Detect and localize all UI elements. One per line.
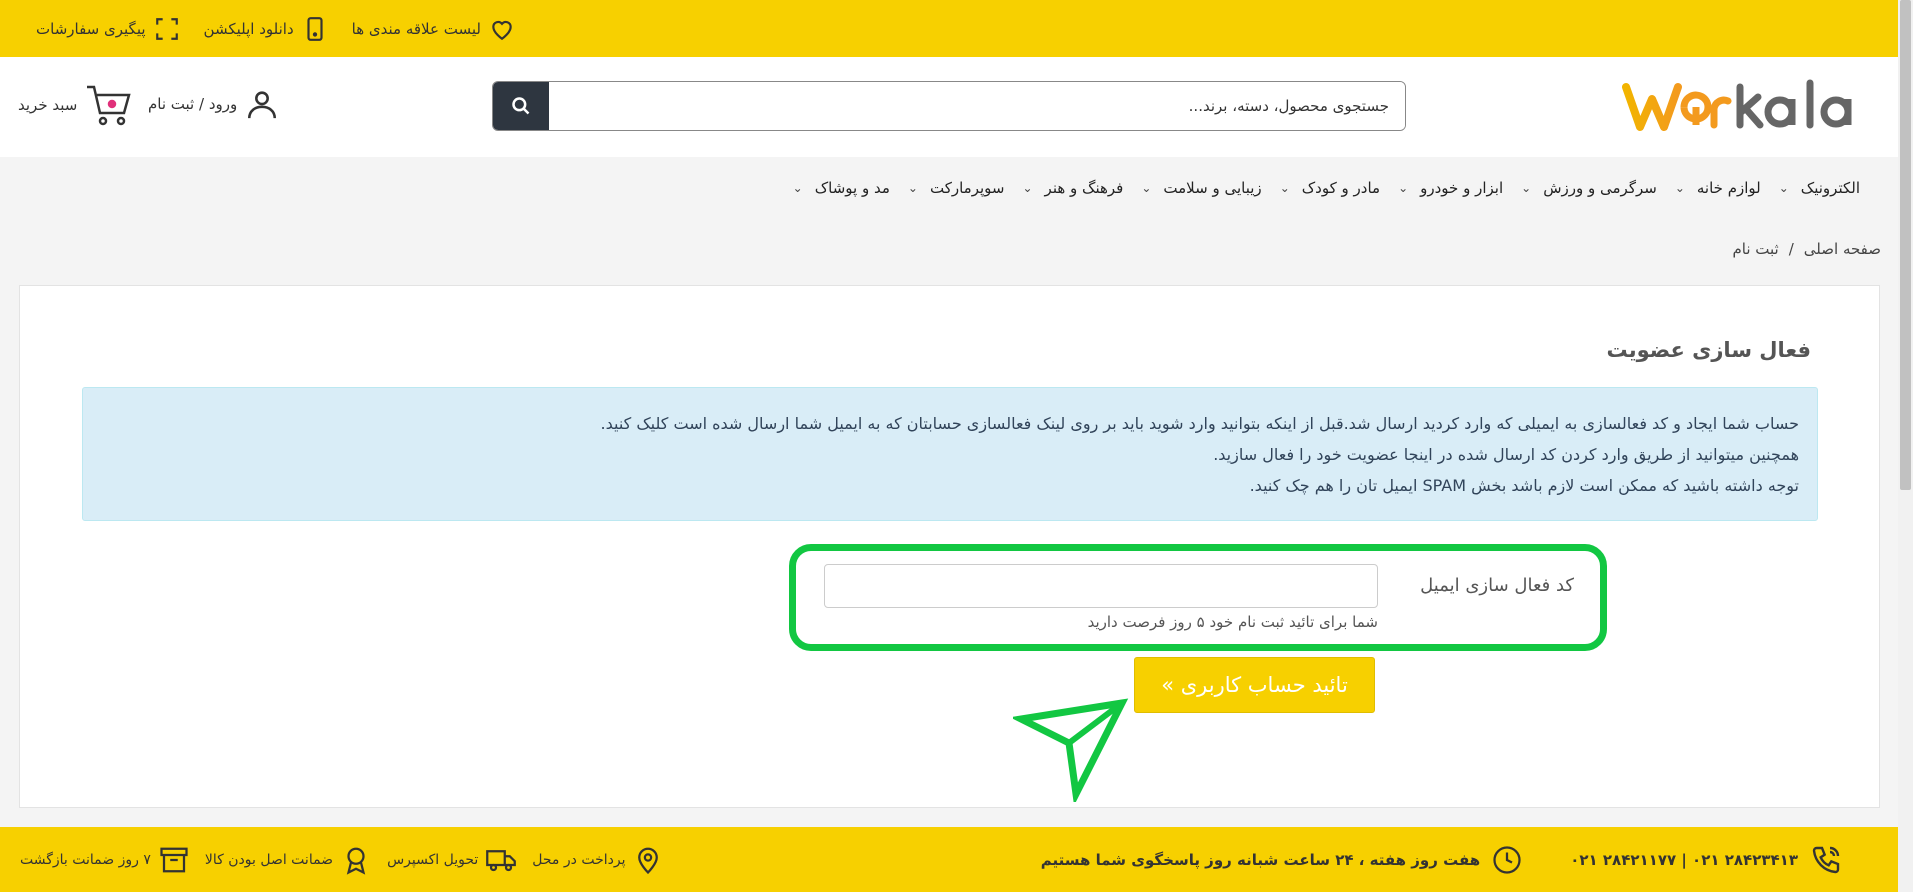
heart-icon (492, 20, 512, 40)
nav-item-electronics[interactable]: الکترونیک ⌄ (1761, 179, 1860, 197)
alert-line: حساب شما ایجاد و کد فعالسازی به ایمیلی ک… (600, 414, 1800, 433)
nav-item-label: فرهنگ و هنر (1044, 179, 1124, 197)
info-alert: حساب شما ایجاد و کد فعالسازی به ایمیلی ک… (82, 387, 1818, 521)
footer-contact: ۰۲۱ ۲۸۴۲۱۱۷۷ | ۰۲۱ ۲۸۴۲۳۴۱۳ هفت روز هفته… (1041, 827, 1842, 892)
nav-item-sports[interactable]: سرگرمی و ورزش ⌄ (1503, 179, 1657, 197)
login-label: ورود / ثبت نام (148, 95, 238, 113)
user-icon (248, 91, 277, 119)
footer-feature-return: ۷ روز ضمانت بازگشت (20, 845, 189, 875)
cart-label: سبد خرید (18, 96, 78, 114)
nav-item-supermarket[interactable]: سوپرمارکت ⌄ (890, 179, 1005, 197)
nav-item-fashion[interactable]: مد و پوشاک ⌄ (775, 179, 890, 197)
search-icon (512, 97, 530, 115)
page-title: فعال سازی عضویت (1606, 338, 1811, 362)
footer-features: ۷ روز ضمانت بازگشت ضمانت اصل بودن کالا ت… (20, 827, 663, 892)
search-button[interactable] (493, 82, 549, 130)
footer-feature-label: پرداخت در محل (532, 851, 626, 868)
footer-feature-authentic: ضمانت اصل بودن کالا (205, 845, 371, 875)
activation-panel: فعال سازی عضویت حساب شما ایجاد و کد فعال… (19, 285, 1880, 808)
phone-icon (1812, 846, 1840, 873)
search-bar (492, 81, 1406, 131)
nav-item-label: لوازم خانه (1696, 179, 1761, 197)
chevron-down-icon: ⌄ (1279, 181, 1290, 195)
chevron-down-icon: ⌄ (1398, 181, 1409, 195)
activation-hint: شما برای تائید ثبت نام خود ۵ روز فرصت دا… (1087, 613, 1378, 631)
page-scrollbar[interactable] (1898, 0, 1913, 892)
activation-code-label: کد فعال سازی ایمیل (1420, 575, 1574, 596)
chevron-down-icon: ⌄ (1778, 181, 1789, 195)
chevron-down-icon: ⌄ (792, 181, 803, 195)
pointer-arrow-icon (1013, 698, 1129, 802)
footer-bar: ۷ روز ضمانت بازگشت ضمانت اصل بودن کالا ت… (0, 827, 1898, 892)
clock-icon (1493, 845, 1521, 874)
chevron-down-icon: ⌄ (1022, 181, 1033, 195)
activation-form-highlight: کد فعال سازی ایمیل شما برای تائید ثبت نا… (789, 544, 1607, 651)
breadcrumb: صفحه اصلی / ثبت نام (1733, 240, 1882, 258)
nav-item-label: مادر و کودک (1301, 179, 1381, 197)
mobile-icon (307, 16, 323, 41)
alert-line: توجه داشته باشید که ممکن است لازم باشد ب… (1249, 476, 1799, 495)
nav-item-culture-art[interactable]: فرهنگ و هنر ⌄ (1004, 179, 1123, 197)
site-header: سبد خرید ورود / ثبت نام (0, 57, 1898, 157)
chevron-down-icon: ⌄ (1141, 181, 1152, 195)
nav-item-label: ابزار و خودرو (1420, 179, 1504, 197)
top-bar: پیگیری سفارشات دانلود اپلیکشن لیست علاقه… (0, 0, 1898, 57)
footer-feature-label: ضمانت اصل بودن کالا (204, 851, 334, 868)
track-orders-link[interactable]: پیگیری سفارشات (36, 16, 180, 42)
cart-button[interactable]: سبد خرید (18, 83, 131, 127)
nav-item-tools-auto[interactable]: ابزار و خودرو ⌄ (1380, 179, 1503, 197)
breadcrumb-separator: / (1788, 240, 1794, 258)
box-icon (160, 847, 188, 872)
award-icon (346, 847, 366, 875)
footer-hours: هفت روز هفته ، ۲۴ ساعت شبانه روز پاسخگوی… (1040, 850, 1481, 869)
nav-item-beauty-health[interactable]: زیبایی و سلامت ⌄ (1123, 179, 1261, 197)
site-logo[interactable] (1622, 77, 1876, 137)
nav-item-label: الکترونیک (1800, 179, 1860, 197)
download-app-link[interactable]: دانلود اپلیکشن (204, 16, 328, 42)
truck-icon (486, 849, 517, 871)
nav-item-home-appliances[interactable]: لوازم خانه ⌄ (1657, 179, 1761, 197)
location-pin-icon (638, 847, 659, 874)
confirm-account-button[interactable]: تائید حساب کاربری » (1134, 657, 1375, 713)
nav-item-mother-child[interactable]: مادر و کودک ⌄ (1262, 179, 1380, 197)
top-bar-links: پیگیری سفارشات دانلود اپلیکشن لیست علاقه… (36, 0, 515, 57)
category-nav: الکترونیک ⌄ لوازم خانه ⌄ سرگرمی و ورزش ⌄… (775, 168, 1860, 208)
wishlist-label: لیست علاقه مندی ها (351, 19, 481, 38)
cart-icon (87, 85, 131, 126)
chevron-down-icon: ⌄ (1521, 181, 1532, 195)
search-input[interactable] (549, 82, 1405, 130)
nav-item-label: مد و پوشاک (814, 179, 890, 197)
login-register-link[interactable]: ورود / ثبت نام (148, 87, 279, 121)
chevron-down-icon: ⌄ (1674, 181, 1685, 195)
footer-feature-label: ۷ روز ضمانت بازگشت (20, 851, 151, 868)
scrollbar-thumb[interactable] (1900, 0, 1911, 490)
nav-item-label: زیبایی و سلامت (1163, 179, 1262, 197)
wishlist-link[interactable]: لیست علاقه مندی ها (352, 16, 515, 42)
breadcrumb-home[interactable]: صفحه اصلی (1804, 240, 1881, 258)
nav-item-label: سرگرمی و ورزش (1543, 179, 1657, 197)
download-app-label: دانلود اپلیکشن (203, 19, 294, 38)
footer-feature-cod: پرداخت در محل (532, 845, 663, 875)
track-orders-label: پیگیری سفارشات (36, 19, 146, 38)
breadcrumb-current: ثبت نام (1732, 240, 1779, 258)
footer-feature-express: تحویل اکسپرس (387, 845, 517, 875)
alert-line: همچنین میتوانید از طریق وارد کردن کد ارس… (1213, 445, 1799, 464)
warkala-logo (1622, 79, 1852, 131)
scan-icon (155, 17, 178, 40)
nav-item-label: سوپرمارکت (929, 179, 1005, 197)
activation-code-input[interactable] (824, 564, 1378, 608)
footer-feature-label: تحویل اکسپرس (387, 851, 479, 868)
footer-phone[interactable]: ۰۲۱ ۲۸۴۲۱۱۷۷ | ۰۲۱ ۲۸۴۲۳۴۱۳ (1570, 851, 1798, 869)
chevron-down-icon: ⌄ (907, 181, 918, 195)
